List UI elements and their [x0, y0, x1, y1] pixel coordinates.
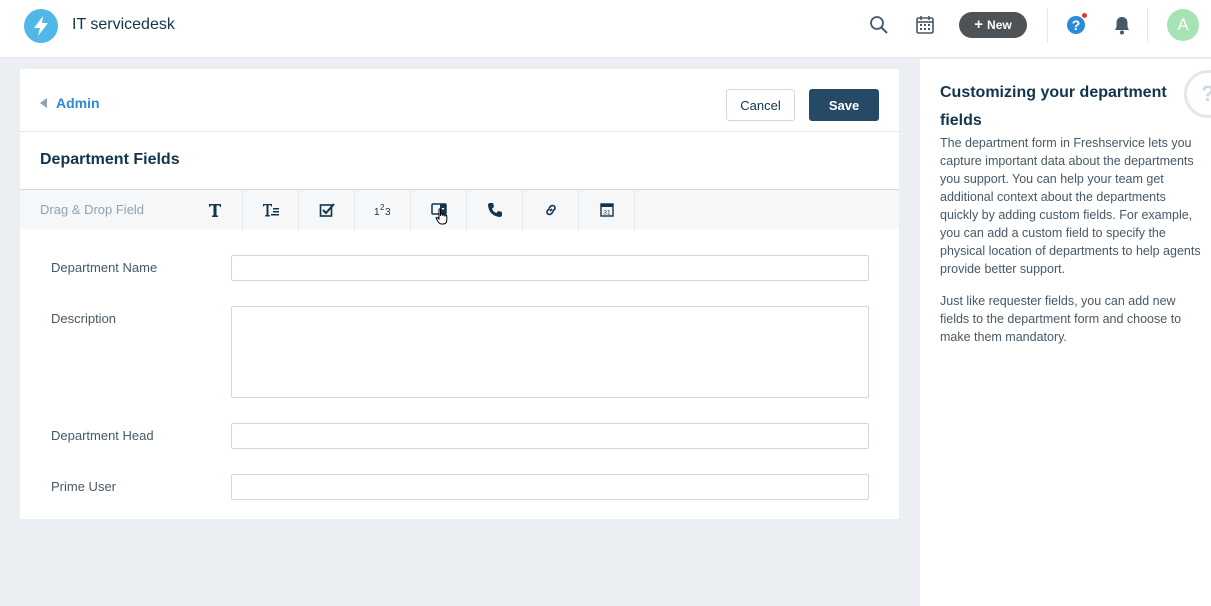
- department-head-input[interactable]: [231, 423, 869, 449]
- description-textarea[interactable]: [231, 306, 869, 398]
- search-icon[interactable]: [868, 14, 890, 36]
- dropdown-icon[interactable]: [411, 189, 467, 230]
- drag-drop-field-bar: Drag & Drop Field 123 31: [20, 189, 899, 230]
- department-name-label: Department Name: [51, 260, 158, 275]
- number-icon[interactable]: 123: [355, 189, 411, 230]
- date-icon[interactable]: 31: [579, 189, 635, 230]
- prime-user-input[interactable]: [231, 474, 869, 500]
- page-title: Department Fields: [40, 151, 180, 168]
- paragraph-icon[interactable]: [243, 189, 299, 230]
- svg-text:?: ?: [1072, 17, 1081, 33]
- notification-dot: [1081, 12, 1088, 19]
- new-button[interactable]: + New: [959, 12, 1027, 38]
- app-title: IT servicedesk: [72, 16, 175, 33]
- divider: [1147, 8, 1148, 42]
- save-button[interactable]: Save: [809, 89, 879, 121]
- description-label: Description: [51, 311, 117, 326]
- hand-cursor-icon: [435, 207, 448, 224]
- drag-drop-label: Drag & Drop Field: [40, 202, 145, 217]
- department-name-input[interactable]: [231, 255, 869, 281]
- side-panel-title: Customizing your department fields: [940, 84, 1167, 129]
- plus-icon: +: [974, 16, 984, 33]
- back-arrow-icon: [40, 98, 47, 108]
- cancel-button[interactable]: Cancel: [726, 89, 795, 121]
- top-bar: IT servicedesk + New ? A: [0, 0, 1211, 58]
- calendar-icon[interactable]: [914, 14, 936, 36]
- phone-icon[interactable]: [467, 189, 523, 230]
- card-header: Admin Cancel Save: [20, 69, 899, 132]
- url-icon[interactable]: [523, 189, 579, 230]
- svg-text:3: 3: [385, 207, 391, 217]
- prime-user-label: Prime User: [51, 479, 117, 494]
- side-panel-paragraph: Just like requester fields, you can add …: [940, 294, 1182, 344]
- bell-icon[interactable]: [1111, 14, 1133, 36]
- help-side-panel: Customizing your department fields ? The…: [920, 59, 1211, 606]
- department-head-label: Department Head: [51, 428, 154, 443]
- checkbox-icon[interactable]: [299, 189, 355, 230]
- breadcrumb-admin-link[interactable]: Admin: [40, 95, 100, 111]
- department-fields-card: Admin Cancel Save Department Fields Drag…: [20, 69, 899, 519]
- side-panel-paragraph: The department form in Freshservice lets…: [940, 136, 1201, 276]
- single-line-text-icon[interactable]: [187, 189, 243, 230]
- freshservice-logo-icon[interactable]: [24, 9, 58, 43]
- new-button-label: New: [987, 18, 1012, 32]
- divider: [1047, 8, 1048, 42]
- avatar[interactable]: A: [1167, 9, 1199, 41]
- breadcrumb-label: Admin: [56, 95, 100, 111]
- svg-text:31: 31: [603, 210, 611, 217]
